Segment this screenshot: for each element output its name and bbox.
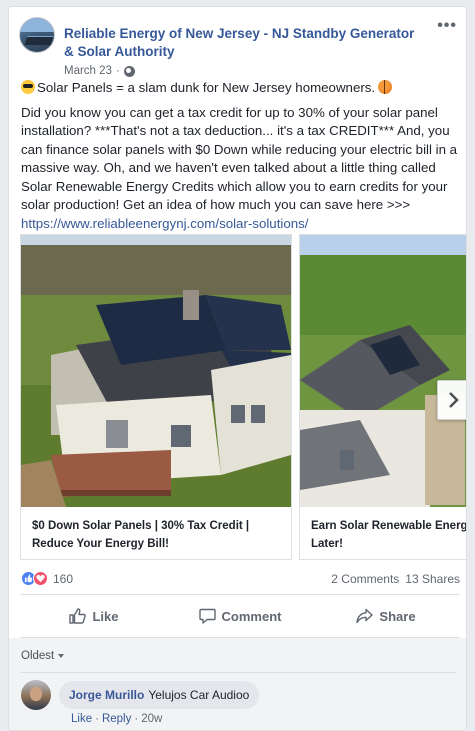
carousel-next-button[interactable] [437,380,466,420]
sort-label: Oldest [21,650,55,662]
love-reaction-icon [33,571,48,586]
basketball-emoji [378,80,393,94]
page-name-link[interactable]: Reliable Energy of New Jersey - NJ Stand… [64,25,424,61]
chevron-right-icon [449,392,459,408]
post-body: Did you know you can get a tax credit fo… [21,104,458,231]
comment-actions: Like · Reply · 20w [71,713,162,725]
share-count[interactable]: 13 Shares [405,572,460,586]
link-carousel: $0 Down Solar Panels | 30% Tax Credit | … [20,234,466,561]
share-button[interactable]: Share [313,597,459,635]
reaction-count[interactable]: 160 [53,572,73,586]
comment-time[interactable]: 20w [141,713,162,725]
comment-icon [198,608,216,624]
comment-author[interactable]: Jorge Murillo [69,688,144,702]
comment-count[interactable]: 2 Comments [331,572,399,586]
share-icon [356,608,374,624]
caret-down-icon [58,654,65,658]
post-header: Reliable Energy of New Jersey - NJ Stand… [19,17,459,77]
post-meta: March 23 · [64,65,135,77]
slide-caption[interactable]: Earn Solar Renewable Energy Later! [311,517,466,553]
like-label: Like [92,608,119,624]
post-text: Solar Panels = a slam dunk for New Jerse… [21,79,459,233]
page-avatar[interactable] [19,17,55,53]
house-solar-photo[interactable] [300,235,466,507]
comment-like-link[interactable]: Like [71,713,92,725]
commenter-avatar[interactable] [21,680,51,710]
comment-label: Comment [221,608,282,624]
comment-button[interactable]: Comment [167,597,313,635]
more-options-button[interactable]: ••• [437,17,457,35]
slide-caption[interactable]: $0 Down Solar Panels | 30% Tax Credit | … [32,517,282,553]
meta-separator: · [115,65,120,77]
separator: · [134,713,139,725]
reaction-icons[interactable] [21,571,48,586]
share-label: Share [379,608,416,624]
post-headline: Solar Panels = a slam dunk for New Jerse… [21,79,459,98]
engagement-counts: 2 Comments 13 Shares [331,572,460,586]
post-card: Reliable Energy of New Jersey - NJ Stand… [8,6,467,731]
like-icon [69,608,87,624]
comments-section: Oldest Jorge Murillo Yelujos Car Audioo … [9,638,466,730]
comment-reply-link[interactable]: Reply [102,713,131,725]
comment-sort-dropdown[interactable]: Oldest [21,650,65,662]
house-solar-photo[interactable] [21,235,291,507]
action-bar: Like Comment Share [21,597,459,635]
carousel-slide[interactable]: $0 Down Solar Panels | 30% Tax Credit | … [20,234,292,560]
like-button[interactable]: Like [21,597,167,635]
post-date[interactable]: March 23 [64,65,112,77]
post-stats: 160 2 Comments 13 Shares [21,569,461,589]
comment-text: Yelujos Car Audioo [148,688,250,702]
separator: · [95,713,99,725]
divider [21,672,456,673]
comment-bubble: Jorge Murillo Yelujos Car Audioo [59,681,260,709]
post-link[interactable]: https://www.reliableenergynj.com/solar-s… [21,216,309,231]
globe-icon [123,65,135,77]
cool-face-emoji [21,80,35,94]
divider [21,594,459,595]
